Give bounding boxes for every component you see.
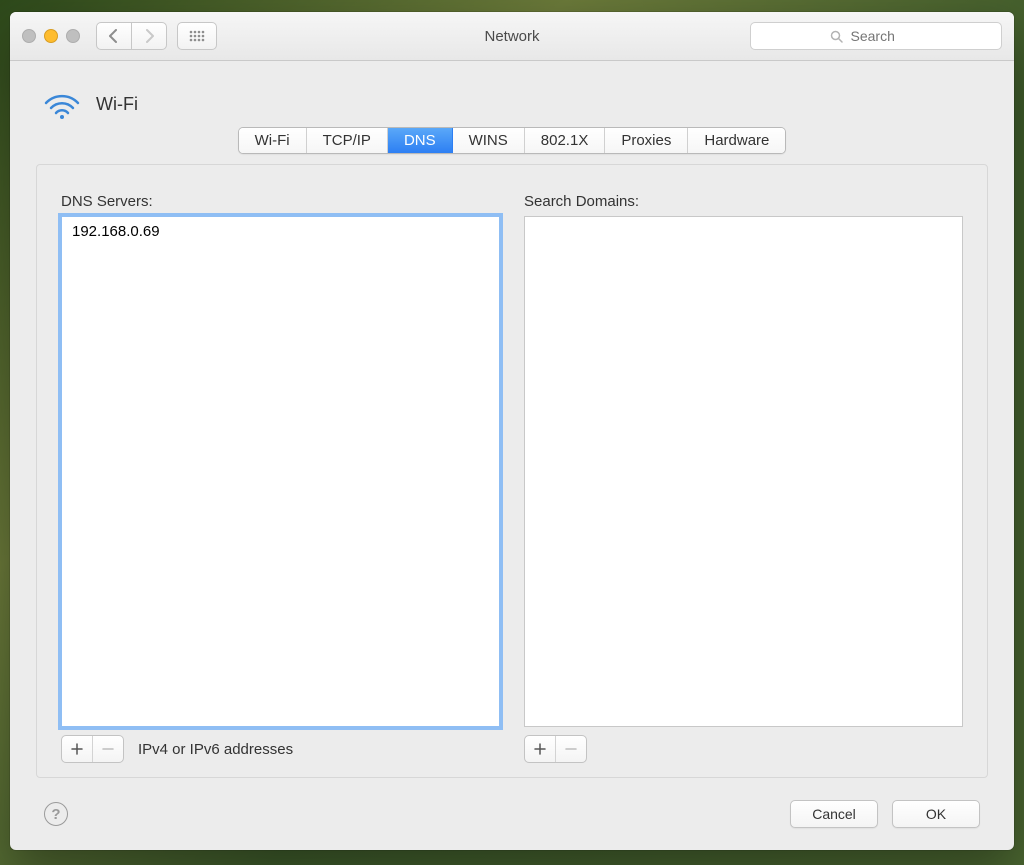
add-dns-server-button[interactable] bbox=[62, 736, 93, 762]
tabs: Wi-FiTCP/IPDNSWINS802.1XProxiesHardware bbox=[10, 127, 1014, 154]
search-domains-addremove bbox=[524, 735, 587, 763]
close-icon[interactable] bbox=[22, 29, 36, 43]
forward-button[interactable] bbox=[132, 23, 166, 49]
add-search-domain-button[interactable] bbox=[525, 736, 556, 762]
minimize-icon[interactable] bbox=[44, 29, 58, 43]
action-buttons: Cancel OK bbox=[790, 800, 980, 828]
bottom-bar: ? Cancel OK bbox=[10, 800, 1014, 850]
search-domains-column: Search Domains: bbox=[524, 193, 963, 763]
search-domains-controls bbox=[524, 735, 963, 763]
search-domains-list[interactable] bbox=[524, 216, 963, 727]
help-button[interactable]: ? bbox=[44, 802, 68, 826]
tab-proxies[interactable]: Proxies bbox=[605, 128, 688, 153]
dns-servers-list[interactable]: 192.168.0.69 bbox=[61, 216, 500, 727]
search-field[interactable] bbox=[750, 22, 1002, 50]
tab-wifi[interactable]: Wi-Fi bbox=[239, 128, 307, 153]
tab-bar: Wi-FiTCP/IPDNSWINS802.1XProxiesHardware bbox=[238, 127, 787, 154]
minus-icon bbox=[102, 743, 114, 755]
connection-name: Wi-Fi bbox=[96, 94, 138, 115]
ok-button[interactable]: OK bbox=[892, 800, 980, 828]
traffic-lights bbox=[22, 29, 80, 43]
show-all-button[interactable] bbox=[177, 22, 217, 50]
search-icon bbox=[830, 30, 843, 43]
network-preferences-window: Network Wi-Fi Wi-FiTCP/IPDNSWINS802.1X bbox=[10, 12, 1014, 850]
tab-dns[interactable]: DNS bbox=[388, 128, 453, 153]
plus-icon bbox=[534, 743, 546, 755]
minus-icon bbox=[565, 743, 577, 755]
tab-8021x[interactable]: 802.1X bbox=[525, 128, 606, 153]
dns-server-row[interactable]: 192.168.0.69 bbox=[62, 217, 499, 246]
tab-tcpip[interactable]: TCP/IP bbox=[307, 128, 388, 153]
titlebar: Network bbox=[10, 12, 1014, 61]
zoom-icon[interactable] bbox=[66, 29, 80, 43]
grid-icon bbox=[178, 23, 216, 49]
nav-buttons bbox=[96, 22, 167, 50]
dns-servers-addremove bbox=[61, 735, 124, 763]
plus-icon bbox=[71, 743, 83, 755]
back-button[interactable] bbox=[97, 23, 132, 49]
dns-servers-column: DNS Servers: 192.168.0.69 IPv4 or IPv6 a… bbox=[61, 193, 500, 763]
search-domains-label: Search Domains: bbox=[524, 193, 963, 210]
tab-hardware[interactable]: Hardware bbox=[688, 128, 785, 153]
remove-dns-server-button[interactable] bbox=[93, 736, 123, 762]
wifi-icon bbox=[42, 89, 82, 119]
dns-servers-controls: IPv4 or IPv6 addresses bbox=[61, 735, 500, 763]
connection-header: Wi-Fi bbox=[10, 61, 1014, 127]
tab-wins[interactable]: WINS bbox=[453, 128, 525, 153]
search-input[interactable] bbox=[849, 27, 923, 45]
dns-servers-label: DNS Servers: bbox=[61, 193, 500, 210]
remove-search-domain-button[interactable] bbox=[556, 736, 586, 762]
address-format-hint: IPv4 or IPv6 addresses bbox=[138, 741, 293, 758]
dns-panel: DNS Servers: 192.168.0.69 IPv4 or IPv6 a… bbox=[36, 164, 988, 778]
cancel-button[interactable]: Cancel bbox=[790, 800, 878, 828]
